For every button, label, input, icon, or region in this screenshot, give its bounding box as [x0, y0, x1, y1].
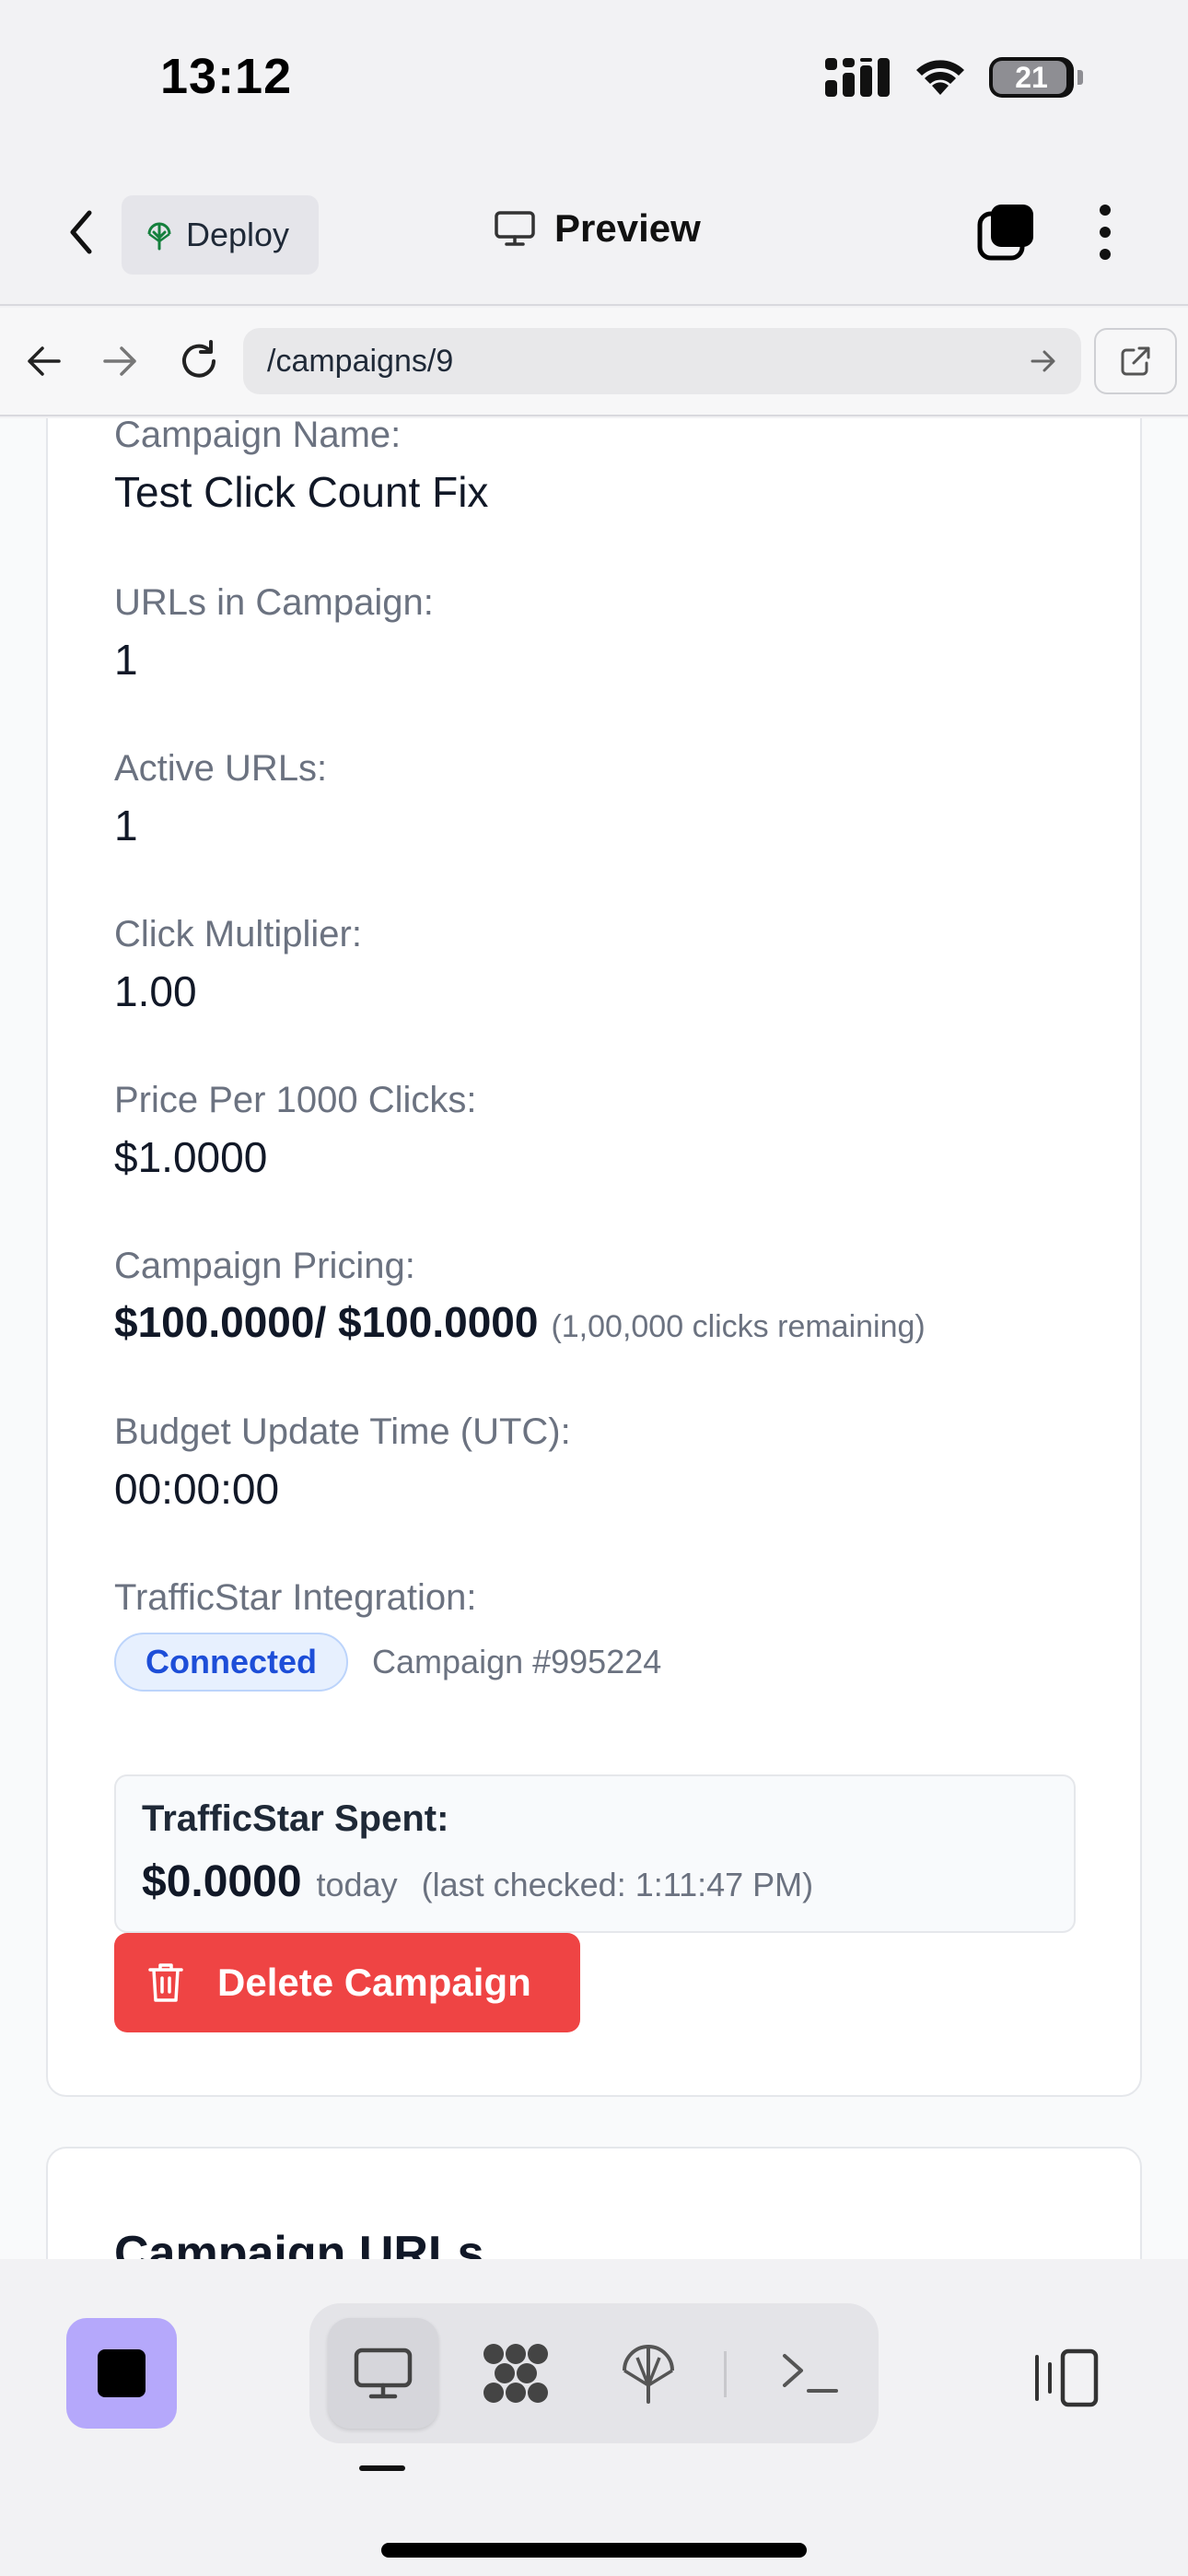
arrow-right-icon: [103, 346, 136, 376]
campaign-pricing-field: Campaign Pricing: $100.0000/ $100.0000 (…: [114, 1244, 926, 1347]
active-tab-indicator: [359, 2465, 405, 2471]
budget-update-label: Budget Update Time (UTC):: [114, 1411, 571, 1452]
app-toolbar: Deploy Preview: [0, 162, 1188, 306]
trafficstar-campaign-id: Campaign #995224: [372, 1643, 662, 1680]
last-checked: (last checked: 1:11:47 PM): [421, 1866, 814, 1903]
click-multiplier-field: Click Multiplier: 1.00: [114, 912, 362, 1017]
campaign-urls-card: Campaign URLs: [46, 2147, 1142, 2259]
url-text: /campaigns/9: [267, 343, 454, 379]
deploy-button[interactable]: Deploy: [122, 195, 319, 275]
terminal-icon: [783, 2354, 838, 2393]
campaign-urls-title: Campaign URLs: [114, 2227, 484, 2259]
delete-campaign-button[interactable]: Delete Campaign: [114, 1933, 580, 2032]
wifi-icon: [916, 60, 964, 95]
trafficstar-field: TrafficStar Integration: Connected Campa…: [114, 1575, 661, 1692]
layout-toggle-icon[interactable]: [1030, 2348, 1100, 2408]
delete-campaign-label: Delete Campaign: [217, 1961, 531, 2004]
active-urls-field: Active URLs: 1: [114, 746, 327, 851]
trash-icon: [148, 1963, 183, 2002]
budget-update-field: Budget Update Time (UTC): 00:00:00: [114, 1410, 571, 1515]
status-icons: 21: [825, 57, 1083, 98]
click-multiplier-label: Click Multiplier:: [114, 914, 362, 954]
preview-label: Preview: [554, 206, 701, 250]
campaign-pricing-label: Campaign Pricing:: [114, 1246, 415, 1286]
deploy-icon: [147, 222, 171, 251]
nav-forward-button[interactable]: [94, 335, 146, 387]
battery-level: 21: [1015, 60, 1048, 94]
preview-viewport: Campaign Name: Test Click Count Fix URLs…: [0, 418, 1188, 2259]
active-urls-label: Active URLs:: [114, 748, 328, 789]
preview-view-button[interactable]: [328, 2318, 438, 2429]
shell-view-button[interactable]: [755, 2318, 866, 2429]
campaign-details-card: Campaign Name: Test Click Count Fix URLs…: [46, 418, 1142, 2097]
price-per-1000-label: Price Per 1000 Clicks:: [114, 1080, 477, 1120]
back-button[interactable]: [53, 205, 109, 260]
reload-icon: [182, 340, 215, 378]
deploy-view-button[interactable]: [593, 2318, 704, 2429]
connected-badge: Connected: [114, 1633, 349, 1692]
budget-update-value: 00:00:00: [114, 1465, 280, 1513]
campaign-name-field: Campaign Name: Test Click Count Fix: [114, 418, 488, 518]
stop-icon: [98, 2349, 146, 2397]
go-arrow-icon[interactable]: [1030, 349, 1057, 373]
campaign-name-value: Test Click Count Fix: [114, 468, 489, 516]
spent-period: today: [316, 1866, 398, 1903]
tabs-icon[interactable]: [976, 203, 1035, 262]
nodes-icon: [483, 2344, 548, 2403]
reload-button[interactable]: [173, 335, 225, 387]
urls-count-field: URLs in Campaign: 1: [114, 580, 434, 685]
active-urls-value: 1: [114, 802, 138, 849]
url-bar: /campaigns/9: [0, 308, 1188, 416]
urls-count-value: 1: [114, 636, 138, 684]
deploy-label: Deploy: [186, 216, 290, 253]
more-options-icon[interactable]: [1087, 203, 1124, 262]
segment-divider: [724, 2351, 727, 2397]
trafficstar-spent-box: TrafficStar Spent: $0.0000 today (last c…: [114, 1774, 1076, 1933]
chevron-left-icon: [70, 210, 92, 254]
click-multiplier-value: 1.00: [114, 967, 197, 1015]
external-link-icon: [1121, 346, 1150, 376]
home-indicator: [381, 2543, 807, 2558]
open-external-button[interactable]: [1094, 328, 1177, 394]
monitor-icon: [495, 211, 535, 246]
price-per-1000-value: $1.0000: [114, 1133, 268, 1181]
urls-count-label: URLs in Campaign:: [114, 582, 434, 623]
campaign-pricing-value: $100.0000/ $100.0000: [114, 1298, 539, 1346]
deploy-icon: [623, 2345, 674, 2404]
monitor-icon: [354, 2348, 413, 2399]
price-per-1000-field: Price Per 1000 Clicks: $1.0000: [114, 1078, 476, 1183]
view-switcher: [309, 2303, 879, 2443]
spent-value: $0.0000: [142, 1857, 302, 1906]
battery-icon: 21: [989, 57, 1074, 98]
status-time: 13:12: [160, 49, 293, 104]
bottom-bar: [0, 2259, 1188, 2576]
preview-title: Preview: [494, 206, 701, 251]
workflows-view-button[interactable]: [460, 2318, 571, 2429]
arrow-left-icon: [28, 346, 61, 376]
cellular-signal-icon: [825, 58, 890, 97]
clicks-remaining-note: (1,00,000 clicks remaining): [551, 1309, 926, 1344]
stop-button[interactable]: [66, 2318, 177, 2429]
url-input[interactable]: /campaigns/9: [243, 328, 1081, 394]
campaign-name-label: Campaign Name:: [114, 418, 402, 455]
trafficstar-label: TrafficStar Integration:: [114, 1577, 477, 1618]
status-bar: 13:12 21: [0, 0, 1188, 162]
nav-back-button[interactable]: [18, 335, 70, 387]
spent-label: TrafficStar Spent:: [142, 1798, 449, 1839]
